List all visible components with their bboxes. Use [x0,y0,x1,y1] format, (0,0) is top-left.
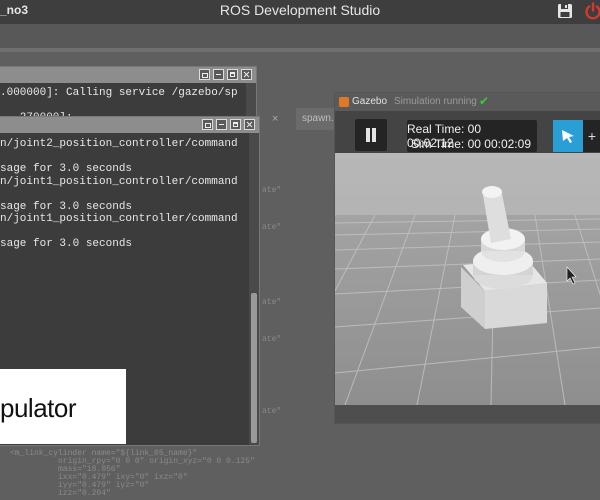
select-mode-button[interactable] [553,120,583,152]
editor-tab-close[interactable]: × [272,113,278,125]
terminal-titlebar[interactable] [0,67,256,83]
code-line: izz="0.204" [58,489,111,498]
code-fragment: ate" [262,407,282,416]
code-fragment: ate" [262,186,282,195]
minimize-icon[interactable] [213,69,224,80]
restore-icon[interactable] [199,69,210,80]
scrollbar[interactable] [249,133,259,445]
translate-mode-button[interactable]: + [583,120,600,152]
gazebo-window[interactable]: Gazebo Simulation running ✔ Real Time: 0… [334,92,600,424]
close-icon[interactable] [244,119,255,130]
terminal-titlebar[interactable] [0,117,259,133]
sim-time: Sim Time: 00 00:02:09 [410,137,531,151]
terminal-line: .000000]: Calling service /gazebo/sp [0,87,238,99]
terminal-line: n/joint1_position_controller/command [0,175,238,188]
terminal-line: sage for 3.0 seconds [0,163,133,175]
maximize-icon[interactable] [227,69,238,80]
check-icon: ✔ [479,94,490,108]
terminal-line: sage for 3.0 seconds [0,238,133,250]
overlay-text: pulator [0,393,77,423]
simulation-status: Simulation running [394,96,477,107]
restore-icon[interactable] [202,119,213,130]
pause-button[interactable] [355,119,387,151]
power-icon[interactable] [584,2,600,20]
editor-tab-label: spawn. [302,113,334,124]
app-title: ROS Development Studio [219,2,381,18]
gazebo-3d-viewport[interactable] [335,153,600,405]
toolbar-strip [0,24,600,54]
minimize-icon[interactable] [216,119,227,130]
video-overlay-card: pulator [0,369,126,444]
terminal-line: n/joint2_position_controller/command [0,138,238,150]
close-icon[interactable] [241,69,252,80]
time-display: Real Time: 00 00:02:12 Sim Time: 00 00:0… [407,120,537,152]
terminal-line: sage for 3.0 seconds [0,200,133,213]
cursor-arrow-icon [562,130,574,143]
top-bar: _no3 ROS Development Studio [0,0,600,24]
gazebo-logo-icon [339,97,349,107]
gazebo-titlebar[interactable]: Gazebo Simulation running ✔ [335,93,600,111]
save-icon[interactable] [557,3,573,19]
scrollbar-thumb[interactable] [251,293,257,443]
code-fragment: ate" [262,298,282,307]
gazebo-bottom-bar [335,405,600,423]
maximize-icon[interactable] [230,119,241,130]
code-fragment: ate" [262,223,282,232]
gazebo-title: Gazebo [352,96,388,107]
scene-render [335,153,600,405]
code-fragment: ate" [262,335,282,344]
terminal-line: n/joint1_position_controller/command [0,213,238,225]
